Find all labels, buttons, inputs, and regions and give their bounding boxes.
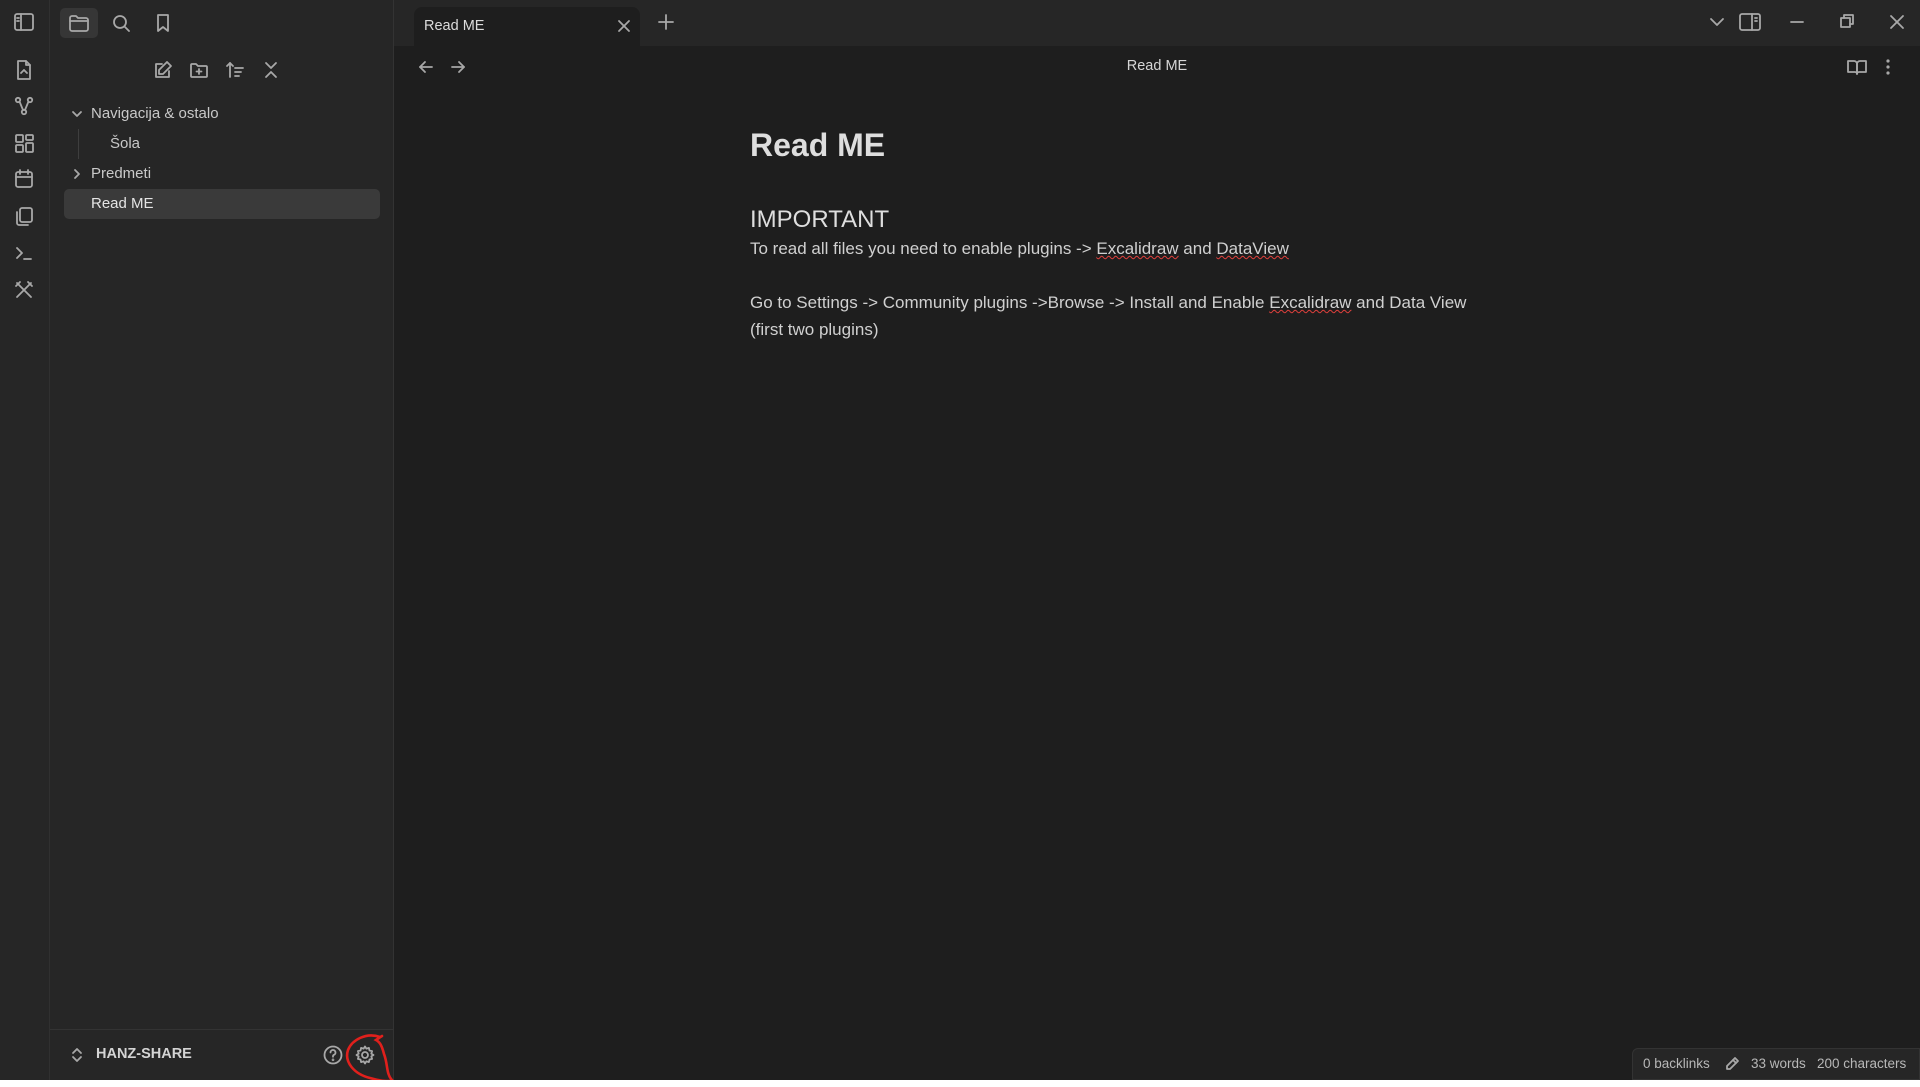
collapse-icon	[265, 62, 277, 78]
tree-item-label: Navigacija & ostalo	[91, 105, 219, 122]
more-options-icon[interactable]	[1884, 57, 1892, 77]
collapse-all-button[interactable]	[260, 56, 282, 84]
vault-name[interactable]: HANZ-SHARE	[96, 1046, 192, 1062]
new-note-button[interactable]	[152, 56, 174, 84]
note-content[interactable]: Read ME IMPORTANT To read all files you …	[750, 125, 1530, 343]
file-sola[interactable]: Šola	[64, 129, 380, 159]
view-header: Read ME	[394, 46, 1920, 88]
folder-icon	[69, 15, 89, 32]
paragraph-plugins: To read all files you need to enable plu…	[750, 235, 1530, 262]
file-explorer-sidebar: Navigacija & ostalo Šola Predmeti Read M…	[50, 0, 394, 1080]
reading-view-icon[interactable]	[1846, 57, 1868, 77]
left-ribbon	[0, 0, 50, 1080]
note-heading-1: Read ME	[750, 127, 886, 163]
templates-icon[interactable]	[12, 204, 36, 228]
note-heading-2: IMPORTANT	[750, 206, 890, 233]
tree-item-label: Predmeti	[91, 165, 152, 182]
terminal-icon[interactable]	[12, 241, 36, 265]
bookmarks-tab[interactable]	[144, 8, 182, 38]
folder-predmeti[interactable]: Predmeti	[64, 159, 380, 189]
close-window-icon[interactable]	[1888, 12, 1906, 32]
dataview-link[interactable]: DataView	[1216, 239, 1288, 258]
search-tab[interactable]	[102, 8, 140, 38]
chevron-down-icon	[72, 111, 82, 117]
tab-list-chevron-icon[interactable]	[1708, 12, 1726, 32]
chevron-right-icon	[74, 169, 80, 179]
file-tree: Navigacija & ostalo Šola Predmeti Read M…	[64, 99, 380, 219]
vault-switcher-icon[interactable]	[70, 1047, 84, 1063]
tree-item-label: Šola	[110, 135, 141, 152]
folder-plus-icon	[190, 63, 208, 78]
file-read-me[interactable]: Read ME	[64, 189, 380, 219]
search-icon	[113, 15, 130, 32]
tab-bar: Read ME	[394, 0, 1920, 46]
text-run: To read all files you need to enable plu…	[750, 239, 1097, 258]
text-run: Go to Settings -> Community plugins ->Br…	[750, 293, 1270, 312]
canvas-icon[interactable]	[12, 131, 36, 155]
view-title[interactable]: Read ME	[394, 58, 1920, 74]
text-run: (first two plugins)	[750, 320, 879, 339]
graph-view-icon[interactable]	[12, 94, 36, 118]
word-count: 33 words	[1751, 1056, 1806, 1071]
sort-icon	[226, 62, 244, 78]
new-folder-button[interactable]	[188, 56, 210, 84]
sort-button[interactable]	[224, 56, 246, 84]
calendar-icon[interactable]	[12, 167, 36, 191]
text-run: and Data View	[1351, 293, 1467, 312]
misspelled-word: Excalidraw	[1269, 293, 1352, 312]
excalidraw-icon[interactable]	[12, 278, 36, 302]
vault-profile: HANZ-SHARE	[50, 1029, 393, 1080]
restore-icon[interactable]	[1838, 12, 1856, 32]
new-tab-icon[interactable]	[656, 12, 676, 32]
paragraph-instructions: Go to Settings -> Community plugins ->Br…	[750, 289, 1530, 343]
files-tab[interactable]	[60, 8, 98, 38]
sidebar-tabs	[60, 8, 182, 38]
tree-item-label: Read ME	[91, 195, 154, 212]
tab-read-me[interactable]: Read ME	[414, 7, 640, 46]
excalidraw-link[interactable]: Excalidraw	[1096, 239, 1178, 258]
quick-switcher-icon[interactable]	[12, 58, 36, 82]
status-bar: 0 backlinks 33 words 200 characters	[1632, 1048, 1920, 1080]
obsidian-window: Navigacija & ostalo Šola Predmeti Read M…	[0, 0, 1920, 1080]
pencil-icon[interactable]	[1724, 1056, 1740, 1072]
folder-navigacija[interactable]: Navigacija & ostalo	[64, 99, 380, 129]
close-tab-icon[interactable]	[616, 18, 632, 34]
toggle-right-sidebar-icon[interactable]	[1738, 12, 1762, 32]
toggle-sidebar-icon[interactable]	[12, 10, 36, 34]
edit-icon	[155, 61, 172, 78]
file-explorer-toolbar	[152, 56, 282, 84]
bookmark-icon	[157, 14, 169, 32]
help-icon[interactable]	[322, 1044, 344, 1066]
tab-title: Read ME	[424, 18, 485, 34]
character-count: 200 characters	[1817, 1056, 1907, 1071]
settings-gear-icon[interactable]	[354, 1044, 376, 1066]
backlinks-count[interactable]: 0 backlinks	[1643, 1056, 1710, 1071]
minimize-icon[interactable]	[1788, 12, 1806, 32]
text-run: and	[1178, 239, 1217, 258]
